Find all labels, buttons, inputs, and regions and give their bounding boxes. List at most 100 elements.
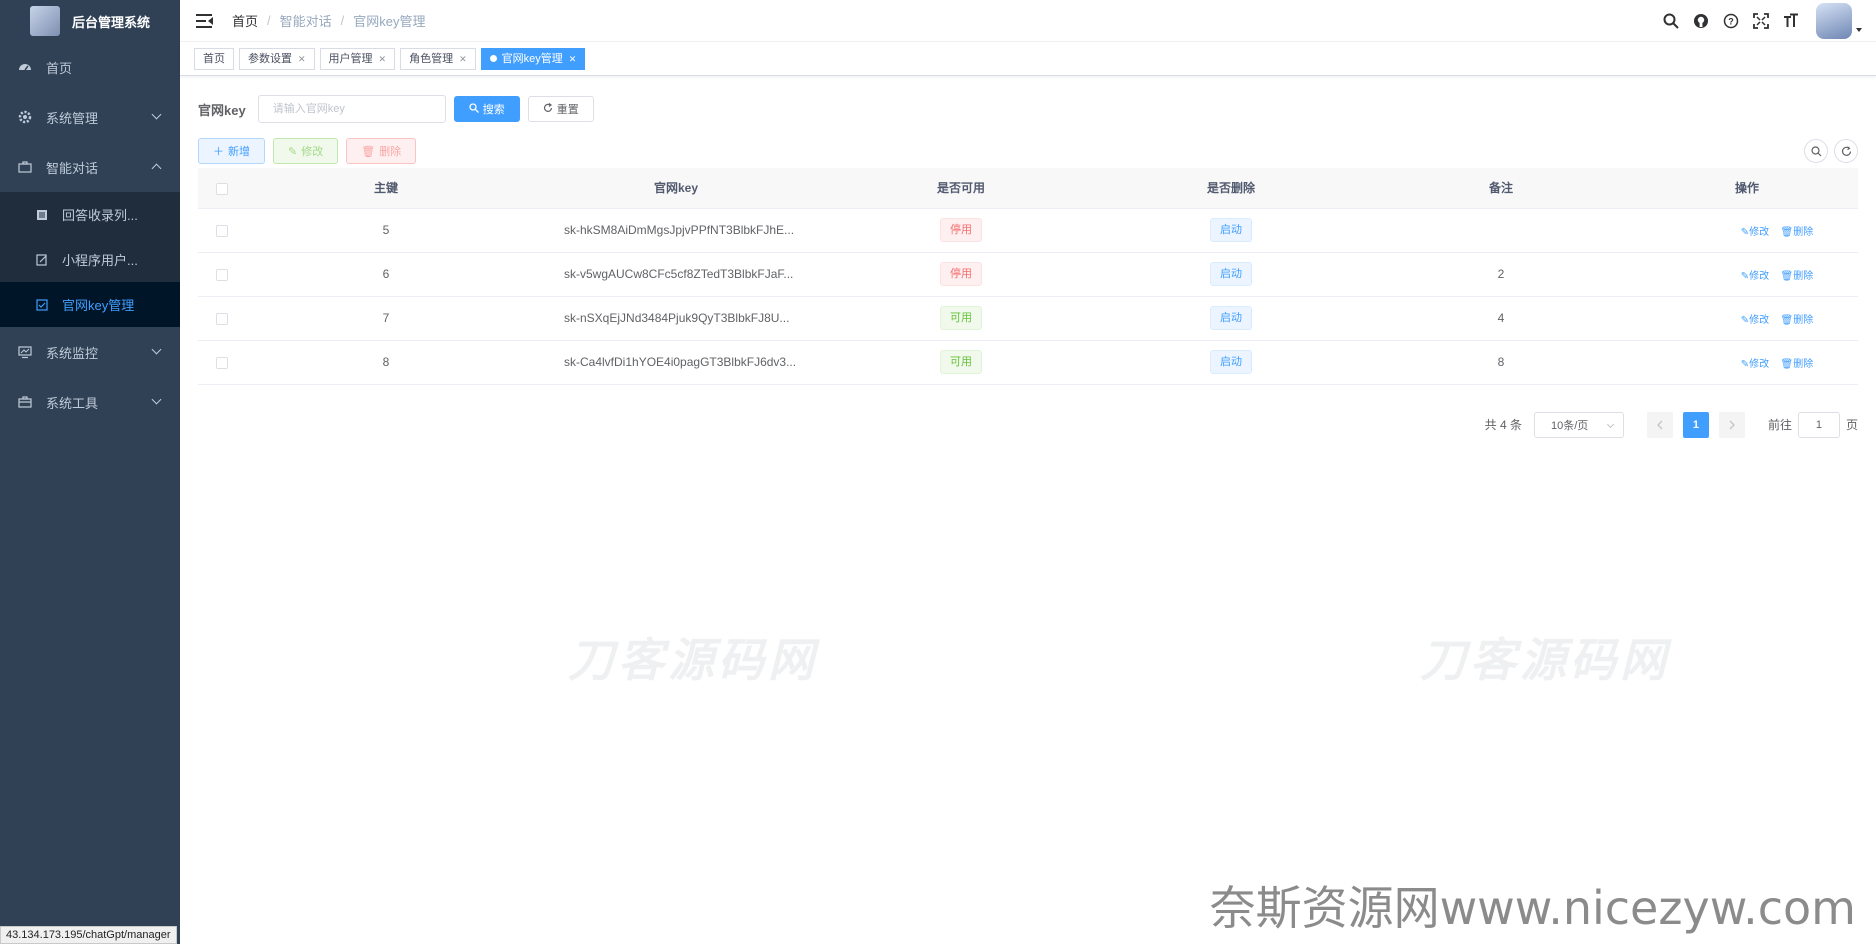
row-edit-link[interactable]: ✎修改 (1741, 359, 1769, 370)
tag-key-manage[interactable]: 官网key管理 ✕ (480, 47, 586, 70)
add-button[interactable]: ＋ 新增 (198, 138, 265, 164)
cell-key: sk-hkSM8AiDmMgsJpjvPPfNT3BlbkFJhE... (526, 208, 826, 253)
checkbox[interactable] (216, 356, 228, 369)
row-edit-link[interactable]: ✎修改 (1741, 271, 1769, 282)
cell-key: sk-Ca4lvfDi1hYOE4i0pagGT3BlbkFJ6dv3... (526, 340, 826, 385)
font-size-icon[interactable] (1780, 10, 1802, 32)
cell-id: 8 (246, 340, 526, 385)
github-icon[interactable] (1690, 10, 1712, 32)
status-badge: 启动 (1210, 350, 1252, 374)
header-select-all[interactable] (198, 168, 246, 209)
reset-button[interactable]: 重置 (527, 96, 594, 122)
right-menu: ? (1656, 0, 1862, 42)
page-size-value: 10条/页 (1550, 419, 1589, 432)
row-delete-link[interactable]: 🗑删除 (1781, 359, 1814, 370)
sidebar-item-label: 智能对话 (46, 160, 99, 176)
header-deleted: 是否删除 (1096, 168, 1366, 209)
sidebar-item-chat[interactable]: 智能对话 (0, 142, 180, 192)
sidebar-item-tools[interactable]: 系统工具 (0, 377, 180, 427)
avatar[interactable] (1816, 3, 1852, 39)
checkbox[interactable] (216, 182, 228, 195)
trash-icon: 🗑 (1780, 226, 1794, 238)
toolbar-right (1798, 139, 1858, 163)
search-label: 官网key (198, 102, 246, 118)
app-main: 官网key 搜索 重置 ＋ 新增 ✎ 修改 (180, 76, 1876, 439)
close-icon[interactable]: ✕ (459, 49, 467, 69)
search-icon[interactable] (1660, 10, 1682, 32)
row-delete-link[interactable]: 🗑删除 (1781, 315, 1814, 326)
sidebar-subitem-answers[interactable]: 回答收录列... (0, 192, 180, 237)
row-select[interactable] (198, 296, 246, 341)
add-button-label: 新增 (228, 146, 250, 158)
pagination-total: 共 4 条 (1484, 418, 1522, 432)
chevron-right-icon (1729, 420, 1735, 429)
watermark-text: 刀客源码网 (1420, 634, 1670, 686)
chevron-up-icon (151, 163, 162, 174)
cell-id: 7 (246, 296, 526, 341)
active-dot-icon (489, 55, 497, 62)
fullscreen-icon[interactable] (1750, 10, 1772, 32)
edit-button[interactable]: ✎ 修改 (273, 138, 339, 164)
row-delete-link[interactable]: 🗑删除 (1781, 271, 1814, 282)
sidebar-subitem-label: 小程序用户... (62, 253, 138, 268)
hamburger-icon[interactable] (196, 13, 213, 28)
sidebar: 后台管理系统 首页 系统管理 智能对话 回答收录列... 小程序用户... 官网… (0, 0, 180, 944)
help-icon[interactable]: ? (1720, 10, 1742, 32)
page-size-select[interactable]: 10条/页 (1533, 411, 1624, 438)
close-icon[interactable]: ✕ (379, 49, 387, 69)
breadcrumb-item-home[interactable]: 首页 (232, 11, 258, 30)
row-delete-label: 删除 (1793, 270, 1814, 282)
goto-page-input[interactable] (1797, 411, 1840, 438)
next-page-button[interactable] (1718, 411, 1745, 438)
chevron-down-icon (151, 109, 162, 120)
refresh-button[interactable] (1834, 139, 1858, 163)
cell-deleted: 启动 (1096, 296, 1366, 341)
sidebar-subitem-key-manage[interactable]: 官网key管理 (0, 282, 180, 327)
row-select[interactable] (198, 340, 246, 385)
row-edit-label: 修改 (1749, 314, 1770, 326)
checkbox[interactable] (216, 268, 228, 281)
search-button[interactable]: 搜索 (453, 96, 520, 122)
tag-label: 参数设置 (248, 52, 292, 65)
sidebar-item-system[interactable]: 系统管理 (0, 92, 180, 142)
chevron-left-icon (1657, 420, 1663, 429)
sidebar-item-home[interactable]: 首页 (0, 42, 180, 92)
row-select[interactable] (198, 252, 246, 297)
caret-down-icon[interactable] (1856, 28, 1862, 32)
sidebar-subitem-label: 回答收录列... (62, 208, 138, 223)
cell-usable: 停用 (826, 252, 1096, 297)
list-icon (36, 209, 48, 221)
row-edit-label: 修改 (1749, 226, 1770, 238)
checkbox[interactable] (216, 224, 228, 237)
row-delete-link[interactable]: 🗑删除 (1781, 227, 1814, 238)
header-key: 官网key (526, 168, 826, 209)
row-edit-link[interactable]: ✎修改 (1741, 227, 1769, 238)
toggle-search-button[interactable] (1804, 139, 1828, 163)
key-search-input[interactable] (257, 95, 446, 123)
cell-remark (1366, 208, 1636, 253)
row-select[interactable] (198, 208, 246, 253)
close-icon[interactable]: ✕ (569, 49, 577, 69)
delete-button[interactable]: 🗑 删除 (346, 138, 417, 164)
tag-home[interactable]: 首页 (194, 47, 234, 70)
sidebar-item-monitor[interactable]: 系统监控 (0, 327, 180, 377)
row-delete-label: 删除 (1793, 314, 1814, 326)
checkbox[interactable] (216, 312, 228, 325)
close-icon[interactable]: ✕ (298, 49, 306, 69)
logo[interactable]: 后台管理系统 (0, 0, 180, 42)
checkbox-icon (36, 298, 48, 311)
sidebar-item-label: 系统工具 (46, 395, 99, 411)
tag-roles[interactable]: 角色管理 ✕ (400, 47, 476, 70)
row-edit-link[interactable]: ✎修改 (1741, 315, 1769, 326)
chevron-down-icon (1606, 420, 1615, 428)
tag-params[interactable]: 参数设置 ✕ (239, 47, 315, 70)
tag-users[interactable]: 用户管理 ✕ (319, 47, 396, 70)
edit-icon: ✎ (1740, 226, 1750, 238)
sidebar-item-label: 系统管理 (46, 110, 99, 126)
prev-page-button[interactable] (1646, 411, 1673, 438)
sidebar-subitem-miniapp-users[interactable]: 小程序用户... (0, 237, 180, 282)
page-button-current[interactable]: 1 (1682, 411, 1709, 438)
search-icon (469, 102, 479, 116)
status-badge: 启动 (1210, 218, 1252, 242)
header-usable: 是否可用 (826, 168, 1096, 209)
